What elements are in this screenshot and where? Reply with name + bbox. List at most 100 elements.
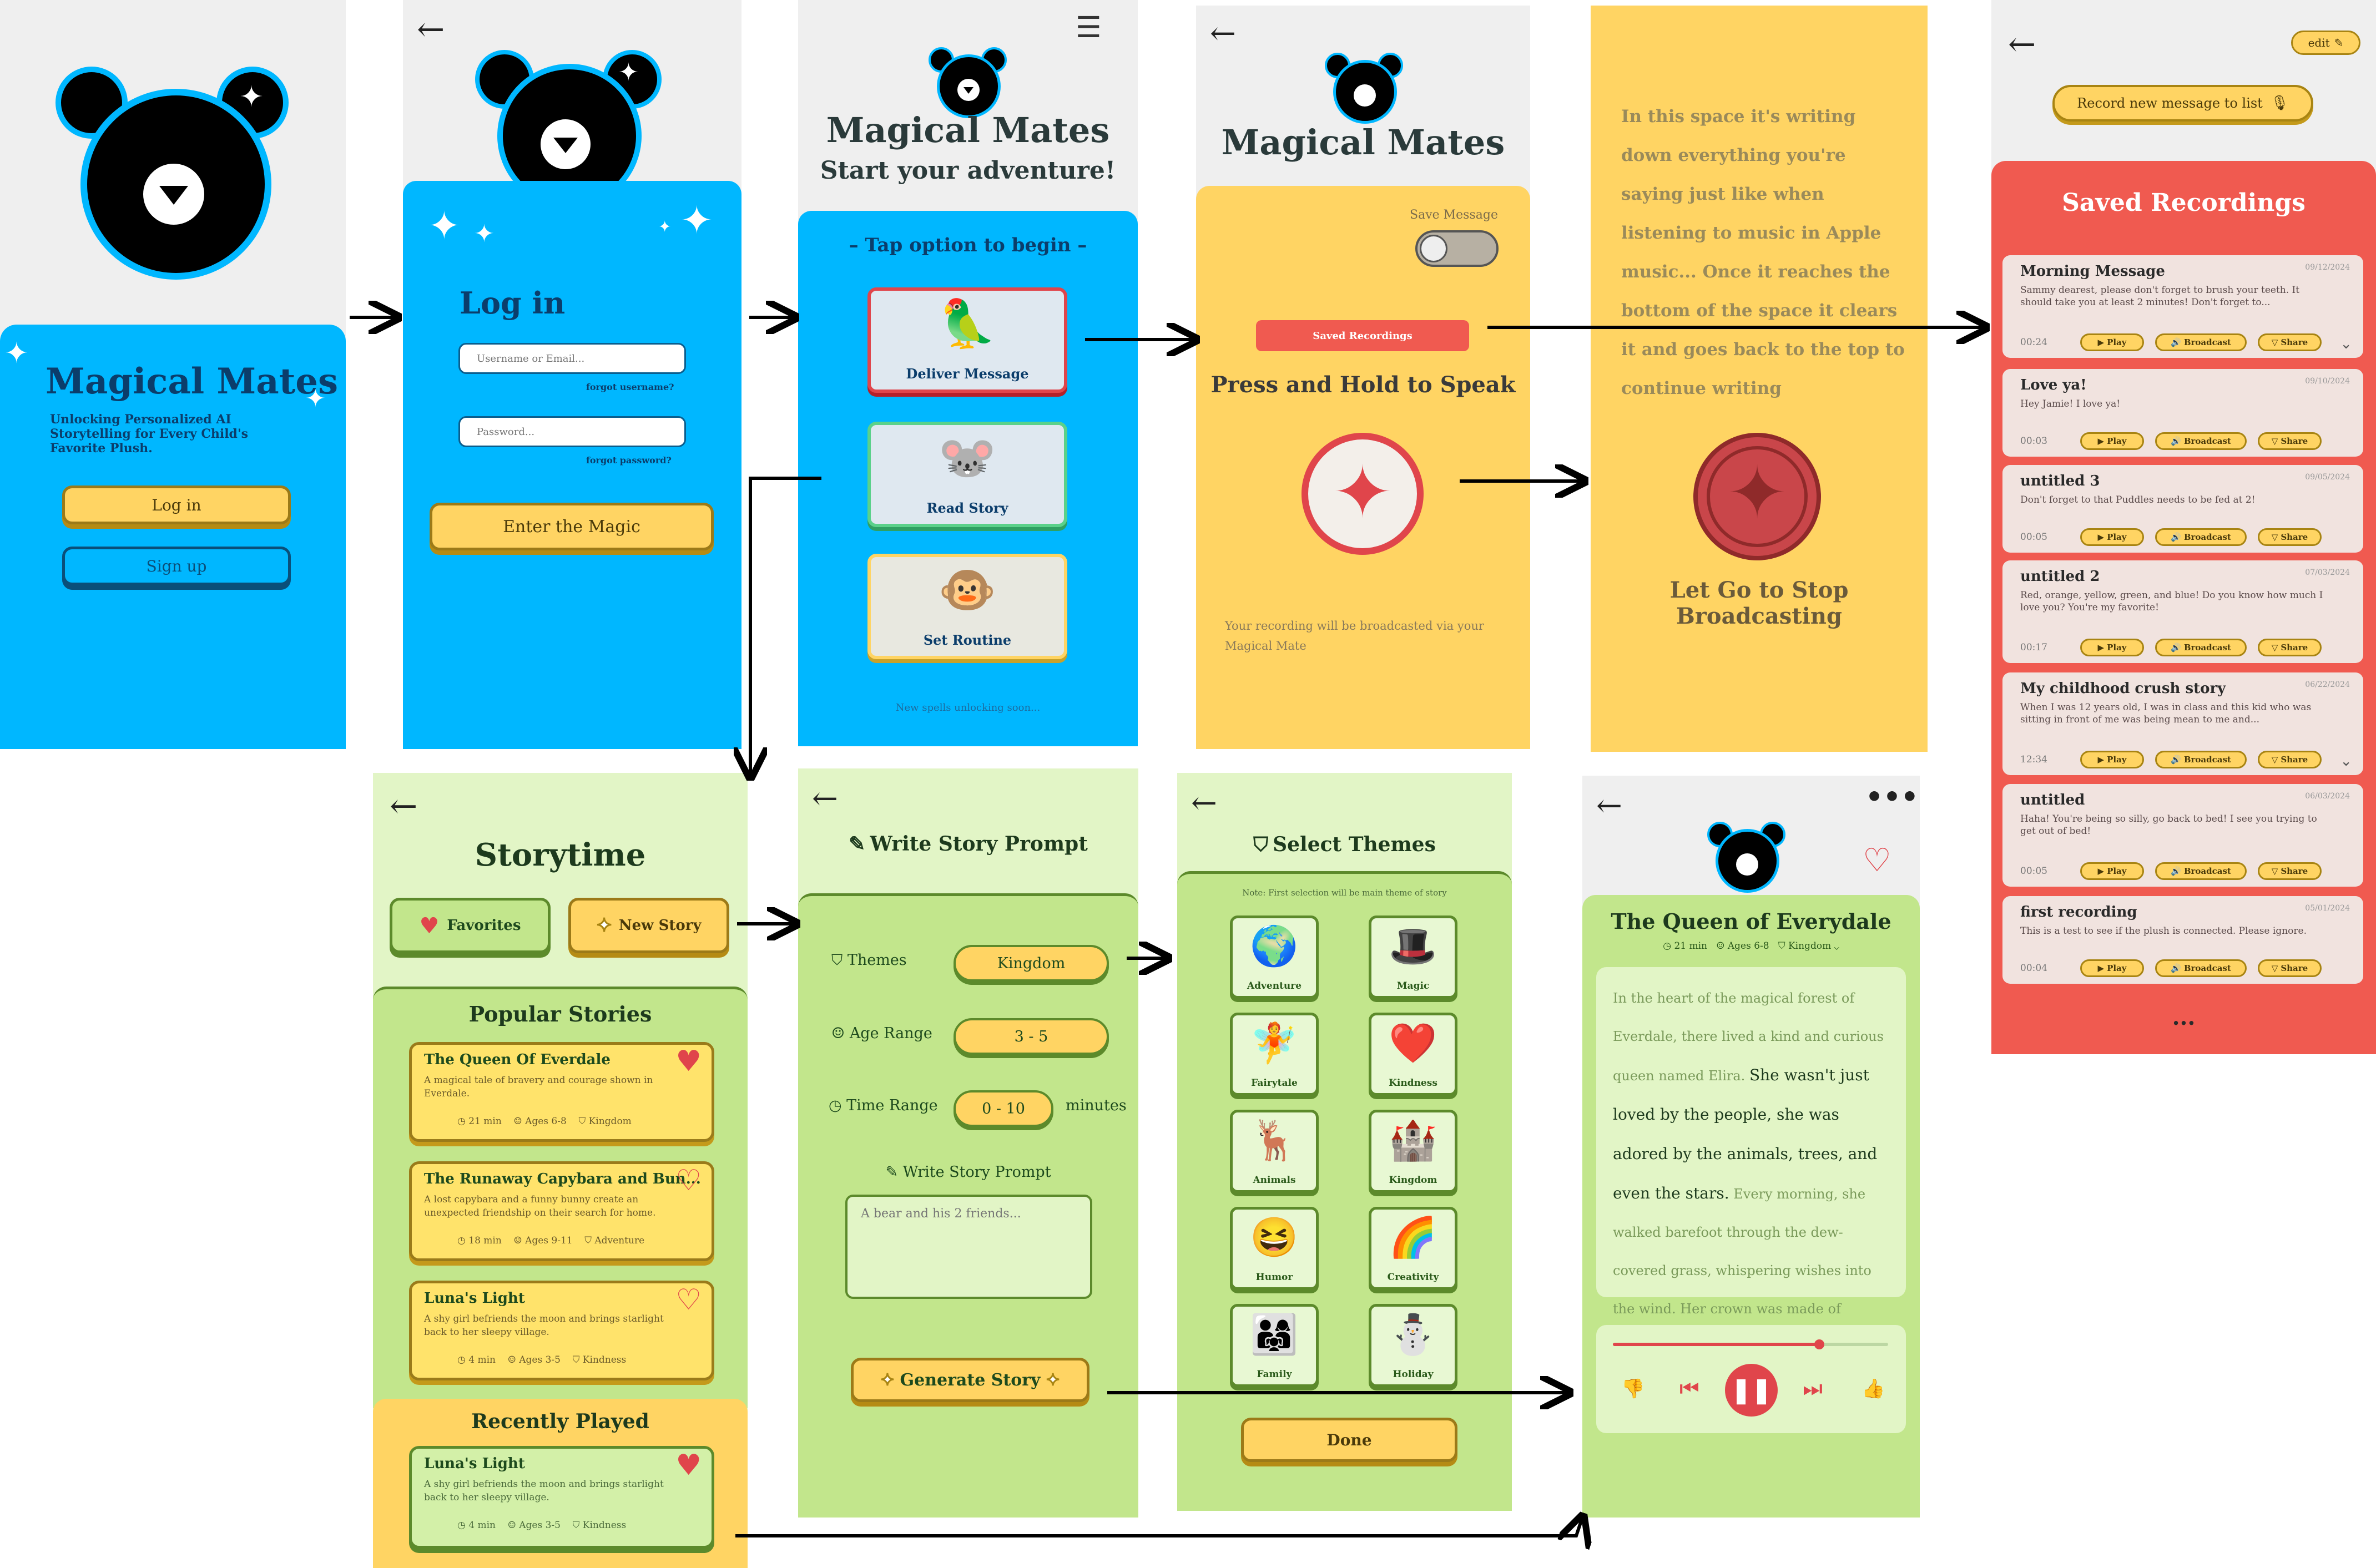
theme-option-holiday[interactable]: ⛄ Holiday [1369, 1304, 1457, 1387]
forgot-password-link[interactable]: forgot password? [586, 455, 672, 466]
theme-option-animals[interactable]: 🦌 Animals [1230, 1110, 1319, 1193]
back-arrow-icon[interactable]: ← [1210, 16, 1236, 52]
play-button[interactable]: ▶ Play [2080, 751, 2144, 768]
username-input[interactable] [458, 343, 686, 374]
progress-track[interactable] [1613, 1339, 1888, 1349]
play-button[interactable]: ▶ Play [2080, 639, 2144, 656]
edit-button[interactable]: edit ✎ [2291, 31, 2360, 55]
broadcast-button[interactable]: 🔊 Broadcast [2155, 751, 2247, 768]
theme-option-creativity[interactable]: 🌈 Creativity [1369, 1207, 1457, 1290]
play-icon: ▶ [2097, 436, 2105, 446]
favorite-heart-icon[interactable]: ♡ [1863, 841, 1891, 879]
face-icon: ☺ [831, 1025, 845, 1042]
share-button[interactable]: ▽ Share [2258, 333, 2322, 351]
recent-story-card[interactable]: Luna's Light ♥ A shy girl befriends the … [409, 1446, 714, 1549]
saved-recordings-button[interactable]: Saved Recordings [1256, 320, 1469, 351]
stop-button[interactable]: ✦ [1693, 433, 1821, 560]
story-card[interactable]: The Runaway Capybara and Bun... ♡ A lost… [409, 1161, 714, 1261]
chevron-down-icon[interactable]: ⌄ [2340, 753, 2352, 770]
screen-saved-recordings: ← edit ✎ Record new message to list 🎙 Save… [1991, 0, 2376, 1054]
skip-forward-icon[interactable]: ⏭ [1803, 1376, 1823, 1402]
thumbs-down-icon[interactable]: 👎 [1621, 1378, 1644, 1400]
chevron-down-icon[interactable]: ⌄ [2340, 336, 2352, 352]
play-label: Play [2107, 963, 2127, 973]
back-arrow-icon[interactable]: ← [1191, 785, 1217, 821]
record-new-button[interactable]: Record new message to list 🎙 [2052, 85, 2313, 122]
time-range-selector[interactable]: 0 - 10 [954, 1090, 1053, 1127]
recording-item[interactable]: first recording 05/01/2024 This is a tes… [2002, 896, 2363, 984]
age-range-selector[interactable]: 3 - 5 [954, 1018, 1109, 1055]
chevron-down-icon[interactable]: ⌄ [1834, 940, 1839, 952]
theme-option-magic[interactable]: 🎩 Magic [1369, 915, 1457, 999]
play-button[interactable]: ▶ Play [2080, 432, 2144, 450]
play-button[interactable]: ▶ Play [2080, 862, 2144, 880]
share-button[interactable]: ▽ Share [2258, 751, 2322, 768]
share-button[interactable]: ▽ Share [2258, 959, 2322, 977]
story-card[interactable]: The Queen Of Everdale ♥ A magical tale o… [409, 1042, 714, 1142]
theme-option-fairytale[interactable]: 🧚 Fairytale [1230, 1013, 1319, 1096]
recording-item[interactable]: Love ya! 09/10/2024 Hey Jamie! I love ya… [2002, 369, 2363, 457]
play-button[interactable]: ▶ Play [2080, 959, 2144, 977]
recording-item[interactable]: untitled 3 09/05/2024 Don't forget to th… [2002, 465, 2363, 553]
recording-item[interactable]: Morning Message 09/12/2024 Sammy dearest… [2002, 255, 2363, 358]
pause-button[interactable]: ❚❚ [1725, 1364, 1778, 1417]
generate-story-button[interactable]: ✦ Generate Story ✦ [851, 1358, 1089, 1402]
new-story-button[interactable]: ✦ New Story [568, 898, 729, 953]
broadcast-button[interactable]: 🔊 Broadcast [2155, 959, 2247, 977]
home-title: Magical Mates [826, 110, 1110, 150]
back-arrow-icon[interactable]: ← [1596, 788, 1622, 824]
back-arrow-icon[interactable]: ← [812, 781, 838, 817]
done-button[interactable]: Done [1241, 1418, 1457, 1462]
theme-option-kingdom[interactable]: 🏰 Kingdom [1369, 1110, 1457, 1193]
progress-knob[interactable] [1814, 1339, 1824, 1349]
login-button[interactable]: Log in [62, 485, 291, 524]
plus-icon: ✦ [239, 80, 264, 114]
menu-icon[interactable]: ☰ [1076, 11, 1102, 44]
story-title: The Queen Of Everdale [424, 1051, 611, 1068]
forgot-username-link[interactable]: forgot username? [586, 382, 674, 392]
play-button[interactable]: ▶ Play [2080, 528, 2144, 546]
skip-back-icon[interactable]: ⏮ [1679, 1376, 1699, 1402]
favorites-button[interactable]: ♥ Favorites [390, 898, 551, 953]
set-routine-option[interactable]: 🐵 Set Routine [867, 554, 1067, 659]
record-button[interactable]: ✦ [1301, 433, 1424, 555]
back-arrow-icon[interactable]: ← [417, 10, 445, 49]
save-toggle[interactable] [1415, 230, 1499, 267]
recording-item[interactable]: My childhood crush story 06/22/2024 When… [2002, 672, 2363, 775]
broadcast-button[interactable]: 🔊 Broadcast [2155, 333, 2247, 351]
theme-option-family[interactable]: 👨‍👩‍👧 Family [1230, 1304, 1319, 1387]
broadcast-button[interactable]: 🔊 Broadcast [2155, 862, 2247, 880]
recording-item[interactable]: untitled 2 07/03/2024 Red, orange, yello… [2002, 560, 2363, 663]
share-button[interactable]: ▽ Share [2258, 639, 2322, 656]
play-button[interactable]: ▶ Play [2080, 333, 2144, 351]
broadcast-button[interactable]: 🔊 Broadcast [2155, 528, 2247, 546]
share-button[interactable]: ▽ Share [2258, 528, 2322, 546]
broadcast-button[interactable]: 🔊 Broadcast [2155, 639, 2247, 656]
heart-icon[interactable]: ♡ [675, 1283, 702, 1317]
theme-option-kindness[interactable]: ❤️ Kindness [1369, 1013, 1457, 1096]
story-card[interactable]: Luna's Light ♡ A shy girl befriends the … [409, 1281, 714, 1380]
prompt-textarea[interactable] [845, 1195, 1092, 1299]
more-options-icon[interactable]: ••• [1865, 780, 1919, 813]
theme-option-adventure[interactable]: 🌍 Adventure [1230, 915, 1319, 999]
heart-icon[interactable]: ♡ [675, 1164, 702, 1197]
more-icon[interactable]: ... [1991, 1004, 2376, 1030]
back-arrow-icon[interactable]: ← [2008, 25, 2036, 64]
recording-item[interactable]: untitled 06/03/2024 Haha! You're being s… [2002, 784, 2363, 887]
recording-body: Red, orange, yellow, green, and blue! Do… [2020, 590, 2323, 613]
signup-button[interactable]: Sign up [62, 547, 291, 585]
thumbs-up-icon[interactable]: 👍 [1862, 1378, 1885, 1400]
deliver-message-option[interactable]: 🦜 Deliver Message [867, 287, 1067, 393]
heart-icon[interactable]: ♥ [675, 1045, 702, 1078]
enter-magic-button[interactable]: Enter the Magic [430, 503, 714, 550]
themes-selector[interactable]: Kingdom [954, 945, 1109, 982]
heart-icon[interactable]: ♥ [675, 1449, 702, 1482]
bear-logo [1325, 50, 1403, 124]
theme-option-humor[interactable]: 😆 Humor [1230, 1207, 1319, 1290]
password-input[interactable] [458, 416, 686, 447]
share-button[interactable]: ▽ Share [2258, 432, 2322, 450]
broadcast-button[interactable]: 🔊 Broadcast [2155, 432, 2247, 450]
back-arrow-icon[interactable]: ← [390, 787, 417, 826]
read-story-option[interactable]: 🐭 Read Story [867, 422, 1067, 527]
share-button[interactable]: ▽ Share [2258, 862, 2322, 880]
